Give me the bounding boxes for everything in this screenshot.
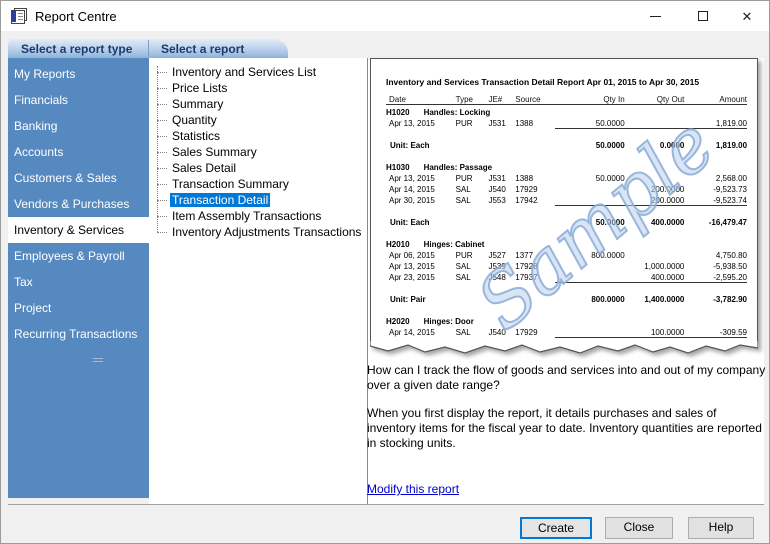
minimize-icon xyxy=(650,16,661,17)
report-item-sales-summary[interactable]: Sales Summary xyxy=(149,144,367,160)
footer-divider xyxy=(8,504,764,505)
close-button[interactable]: ✕ xyxy=(727,1,767,31)
report-list-panel: Inventory and Services List Price Lists Su… xyxy=(149,58,367,504)
splitter-grip[interactable] xyxy=(93,358,103,362)
report-item-statistics[interactable]: Statistics xyxy=(149,128,367,144)
report-item-label: Transaction Summary xyxy=(170,177,291,191)
select-report-type-header: Select a report type xyxy=(8,42,148,56)
report-centre-icon xyxy=(11,8,28,24)
report-item-label: Transaction Detail xyxy=(170,193,270,207)
title-bar: Report Centre ✕ xyxy=(1,1,769,31)
report-title: Inventory and Services Transaction Detai… xyxy=(386,77,747,87)
maximize-button[interactable] xyxy=(683,1,723,31)
tree-branch-line xyxy=(157,168,167,169)
report-item-label: Inventory Adjustments Transactions xyxy=(170,225,363,239)
report-item-quantity[interactable]: Quantity xyxy=(149,112,367,128)
close-icon: ✕ xyxy=(742,10,753,23)
sidebar-item-inventory-services[interactable]: Inventory & Services xyxy=(8,217,149,243)
report-item-transaction-summary[interactable]: Transaction Summary xyxy=(149,176,367,192)
tree-branch-line xyxy=(157,72,167,73)
tree-branch-line xyxy=(157,152,167,153)
select-report-header: Select a report xyxy=(149,42,244,56)
report-item-sales-detail[interactable]: Sales Detail xyxy=(149,160,367,176)
panel-headers: Select a report type Select a report xyxy=(8,39,288,58)
close-dialog-button[interactable]: Close xyxy=(605,517,673,539)
report-item-summary[interactable]: Summary xyxy=(149,96,367,112)
maximize-icon xyxy=(698,11,708,21)
report-item-label: Price Lists xyxy=(170,81,229,95)
tree-branch-line xyxy=(157,136,167,137)
sidebar-item-vendors-purchases[interactable]: Vendors & Purchases xyxy=(8,191,149,217)
report-item-inventory-adjustments-transactions[interactable]: Inventory Adjustments Transactions xyxy=(149,224,367,240)
report-description: How can I track the flow of goods and se… xyxy=(367,363,766,464)
tree-branch-line xyxy=(157,88,167,89)
report-item-label: Statistics xyxy=(170,129,222,143)
report-table-body: DateTypeJE#SourceQty InQty OutAmountH102… xyxy=(386,94,747,338)
sidebar-item-accounts[interactable]: Accounts xyxy=(8,139,149,165)
help-button[interactable]: Help xyxy=(688,517,754,539)
report-item-label: Summary xyxy=(170,97,225,111)
tree-branch-line xyxy=(157,216,167,217)
sidebar-item-customers-sales[interactable]: Customers & Sales xyxy=(8,165,149,191)
report-item-label: Inventory and Services List xyxy=(170,65,318,79)
report-item-label: Quantity xyxy=(170,113,219,127)
sidebar-item-recurring-transactions[interactable]: Recurring Transactions xyxy=(8,321,149,347)
report-item-price-lists[interactable]: Price Lists xyxy=(149,80,367,96)
report-item-transaction-detail[interactable]: Transaction Detail xyxy=(149,192,367,208)
report-centre-window: Report Centre ✕ Select a report type Sel… xyxy=(0,0,770,544)
tree-branch-line xyxy=(157,184,167,185)
tree-branch-line xyxy=(157,104,167,105)
tree-branch-line xyxy=(157,232,167,233)
report-type-list: My ReportsFinancialsBankingAccountsCusto… xyxy=(8,58,149,498)
report-item-label: Item Assembly Transactions xyxy=(170,209,323,223)
report-list: Inventory and Services List Price Lists Su… xyxy=(149,58,367,240)
sample-report-page: Inventory and Services Transaction Detai… xyxy=(370,58,759,356)
tree-branch-line xyxy=(157,200,167,201)
sidebar-item-employees-payroll[interactable]: Employees & Payroll xyxy=(8,243,149,269)
create-button[interactable]: Create xyxy=(520,517,592,539)
report-item-inventory-and-services-list[interactable]: Inventory and Services List xyxy=(149,64,367,80)
sidebar-item-tax[interactable]: Tax xyxy=(8,269,149,295)
window-title: Report Centre xyxy=(35,9,117,24)
report-item-item-assembly-transactions[interactable]: Item Assembly Transactions xyxy=(149,208,367,224)
sidebar-item-project[interactable]: Project xyxy=(8,295,149,321)
description-question: How can I track the flow of goods and se… xyxy=(367,363,766,393)
torn-edge xyxy=(370,341,758,356)
modify-report-link[interactable]: Modify this report xyxy=(367,482,459,496)
report-item-label: Sales Summary xyxy=(170,145,259,159)
sidebar-item-banking[interactable]: Banking xyxy=(8,113,149,139)
sidebar-item-financials[interactable]: Financials xyxy=(8,87,149,113)
sidebar-item-my-reports[interactable]: My Reports xyxy=(8,61,149,87)
tree-branch-line xyxy=(157,120,167,121)
report-item-label: Sales Detail xyxy=(170,161,238,175)
description-detail: When you first display the report, it de… xyxy=(367,406,766,451)
minimize-button[interactable] xyxy=(635,1,675,31)
